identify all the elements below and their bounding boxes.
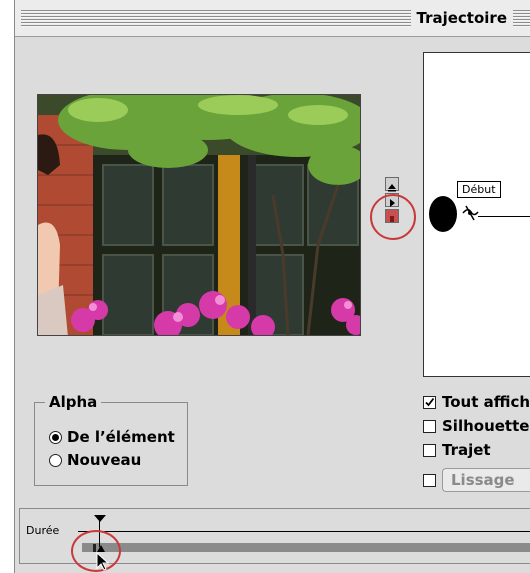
playhead-icon[interactable] bbox=[94, 515, 106, 522]
tout-afficher-label: Tout affich bbox=[442, 393, 530, 411]
highlight-circle-controls bbox=[370, 194, 416, 240]
radio-de-l-element[interactable] bbox=[49, 430, 62, 444]
duration-label: Durée bbox=[26, 524, 60, 537]
tout-afficher-checkbox[interactable] bbox=[423, 395, 436, 409]
silhouette-checkbox[interactable] bbox=[423, 419, 436, 433]
mouse-cursor-icon bbox=[96, 552, 110, 571]
silhouette-label: Silhouette bbox=[442, 417, 530, 435]
alpha-option-nouveau[interactable]: Nouveau bbox=[49, 451, 141, 469]
start-label: Début bbox=[457, 181, 501, 198]
window-titlebar[interactable]: Trajectoire bbox=[15, 0, 530, 37]
radio-nouveau[interactable] bbox=[49, 453, 62, 467]
trajectoire-window: Trajectoire Début Tout affich Silhouette… bbox=[14, 0, 530, 573]
option-silhouette[interactable]: Silhouette bbox=[423, 414, 530, 438]
alpha-group: Alpha De l’élément Nouveau bbox=[34, 393, 188, 486]
alpha-group-title: Alpha bbox=[45, 393, 102, 411]
step-up-icon[interactable] bbox=[385, 177, 399, 192]
trajectory-path[interactable] bbox=[478, 216, 530, 217]
window-title: Trajectoire bbox=[410, 6, 513, 30]
option-lissage[interactable]: Lissage bbox=[423, 468, 530, 492]
trajet-checkbox[interactable] bbox=[423, 443, 436, 457]
alpha-option-element-label: De l’élément bbox=[67, 428, 175, 446]
timeline-ruler bbox=[78, 531, 530, 532]
video-frame bbox=[38, 95, 360, 335]
option-trajet[interactable]: Trajet bbox=[423, 438, 530, 462]
video-preview-image bbox=[37, 94, 361, 336]
display-options: Tout affich Silhouette Trajet Lissage bbox=[423, 390, 530, 492]
lissage-button[interactable]: Lissage bbox=[442, 468, 530, 492]
start-point-icon[interactable] bbox=[460, 203, 480, 223]
alpha-option-nouveau-label: Nouveau bbox=[67, 451, 142, 469]
alpha-option-element[interactable]: De l’élément bbox=[49, 428, 175, 446]
trajet-label: Trajet bbox=[442, 441, 491, 459]
lissage-checkbox[interactable] bbox=[423, 473, 436, 487]
trajectory-preview-panel[interactable]: Début bbox=[423, 52, 530, 377]
option-tout-afficher[interactable]: Tout affich bbox=[423, 390, 530, 414]
timeline-track[interactable] bbox=[82, 543, 530, 552]
element-silhouette[interactable] bbox=[429, 196, 457, 232]
